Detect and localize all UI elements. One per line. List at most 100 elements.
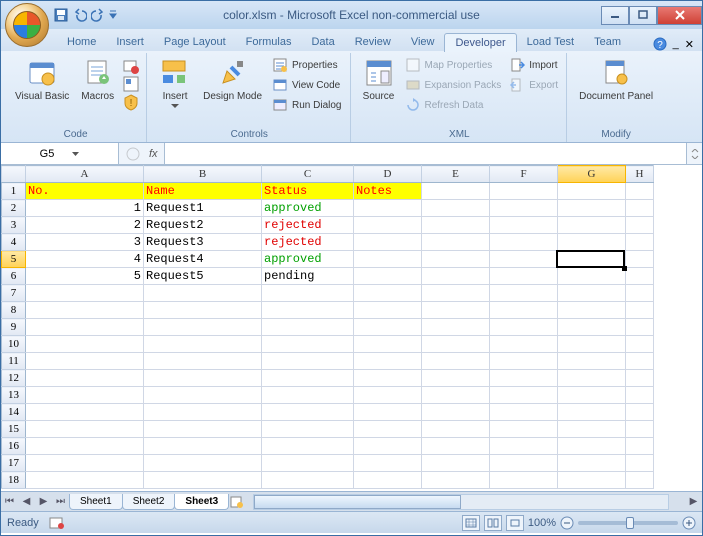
cell[interactable]	[422, 183, 490, 200]
tab-formulas[interactable]: Formulas	[236, 33, 302, 51]
zoom-level[interactable]: 100%	[528, 517, 556, 529]
cell[interactable]	[354, 302, 422, 319]
cell[interactable]	[626, 370, 654, 387]
row-header-14[interactable]: 14	[2, 404, 26, 421]
cell[interactable]	[490, 285, 558, 302]
cell[interactable]: Request1	[144, 200, 262, 217]
cell[interactable]	[354, 353, 422, 370]
row-header-2[interactable]: 2	[2, 200, 26, 217]
cell[interactable]	[422, 234, 490, 251]
cell[interactable]	[262, 302, 354, 319]
next-sheet-icon[interactable]: ▶	[35, 493, 52, 510]
col-header-D[interactable]: D	[354, 166, 422, 183]
col-header-H[interactable]: H	[626, 166, 654, 183]
cell[interactable]	[490, 404, 558, 421]
cell[interactable]	[422, 336, 490, 353]
cell[interactable]: 1	[26, 200, 144, 217]
cell[interactable]	[558, 455, 626, 472]
cell[interactable]	[26, 319, 144, 336]
cell[interactable]	[626, 183, 654, 200]
cell[interactable]	[558, 268, 626, 285]
cell[interactable]	[422, 455, 490, 472]
formula-input[interactable]	[165, 143, 686, 164]
cell[interactable]: 3	[26, 234, 144, 251]
cell[interactable]	[558, 217, 626, 234]
cell[interactable]	[422, 353, 490, 370]
col-header-C[interactable]: C	[262, 166, 354, 183]
cell[interactable]	[354, 234, 422, 251]
scroll-right-icon[interactable]: ▶	[685, 493, 702, 510]
cell[interactable]	[558, 387, 626, 404]
zoom-slider[interactable]	[578, 521, 678, 525]
expansion-packs-button[interactable]: Expansion Packs	[403, 75, 504, 95]
row-header-5[interactable]: 5	[2, 251, 26, 268]
tab-insert[interactable]: Insert	[106, 33, 154, 51]
fx-icon[interactable]: fx	[149, 148, 158, 160]
cell[interactable]	[262, 404, 354, 421]
cell[interactable]	[422, 302, 490, 319]
cell[interactable]	[262, 421, 354, 438]
cell[interactable]	[144, 438, 262, 455]
tab-team[interactable]: Team	[584, 33, 631, 51]
sheet-tab-3[interactable]: Sheet3	[174, 494, 229, 510]
office-button[interactable]	[5, 3, 49, 47]
cell[interactable]	[558, 421, 626, 438]
cell[interactable]	[490, 472, 558, 489]
cell[interactable]	[626, 251, 654, 268]
cell[interactable]	[354, 285, 422, 302]
cell[interactable]	[558, 353, 626, 370]
row-header-8[interactable]: 8	[2, 302, 26, 319]
spreadsheet-grid[interactable]: A B C D E F G H 1No.NameStatusNotes21Req…	[1, 165, 702, 491]
cell[interactable]	[144, 370, 262, 387]
cell[interactable]	[490, 370, 558, 387]
normal-view-icon[interactable]	[462, 515, 480, 531]
cell[interactable]	[422, 438, 490, 455]
row-header-1[interactable]: 1	[2, 183, 26, 200]
document-panel-button[interactable]: Document Panel	[575, 55, 657, 104]
col-header-G[interactable]: G	[558, 166, 626, 183]
minimize-button[interactable]	[601, 6, 629, 25]
cell[interactable]	[354, 455, 422, 472]
zoom-out-icon[interactable]	[560, 516, 574, 530]
cell[interactable]	[558, 438, 626, 455]
cell[interactable]	[558, 234, 626, 251]
cell[interactable]	[354, 404, 422, 421]
cell[interactable]	[422, 251, 490, 268]
cell[interactable]	[626, 268, 654, 285]
cell[interactable]	[490, 421, 558, 438]
cell[interactable]	[144, 353, 262, 370]
row-header-6[interactable]: 6	[2, 268, 26, 285]
cell[interactable]	[354, 217, 422, 234]
cell[interactable]: rejected	[262, 234, 354, 251]
cell[interactable]	[26, 387, 144, 404]
row-header-3[interactable]: 3	[2, 217, 26, 234]
tab-data[interactable]: Data	[301, 33, 344, 51]
row-header-17[interactable]: 17	[2, 455, 26, 472]
row-header-10[interactable]: 10	[2, 336, 26, 353]
cell[interactable]: approved	[262, 200, 354, 217]
cell[interactable]	[422, 319, 490, 336]
relative-ref-icon[interactable]	[122, 75, 140, 93]
help-icon[interactable]: ?	[653, 37, 667, 51]
macro-record-icon[interactable]	[49, 516, 65, 530]
cell[interactable]	[262, 319, 354, 336]
save-icon[interactable]	[53, 7, 69, 23]
row-header-18[interactable]: 18	[2, 472, 26, 489]
row-header-16[interactable]: 16	[2, 438, 26, 455]
row-header-13[interactable]: 13	[2, 387, 26, 404]
cell[interactable]	[26, 421, 144, 438]
minimize-ribbon-icon[interactable]: _	[673, 38, 679, 50]
design-mode-button[interactable]: Design Mode	[199, 55, 266, 104]
cell[interactable]	[558, 302, 626, 319]
cell[interactable]	[558, 183, 626, 200]
cell[interactable]	[626, 234, 654, 251]
tab-developer[interactable]: Developer	[444, 33, 516, 52]
cell[interactable]	[354, 387, 422, 404]
cell[interactable]	[626, 387, 654, 404]
cell[interactable]	[262, 336, 354, 353]
cell[interactable]	[626, 302, 654, 319]
cell[interactable]	[354, 268, 422, 285]
cell[interactable]	[490, 336, 558, 353]
tab-view[interactable]: View	[401, 33, 445, 51]
cell[interactable]	[422, 285, 490, 302]
